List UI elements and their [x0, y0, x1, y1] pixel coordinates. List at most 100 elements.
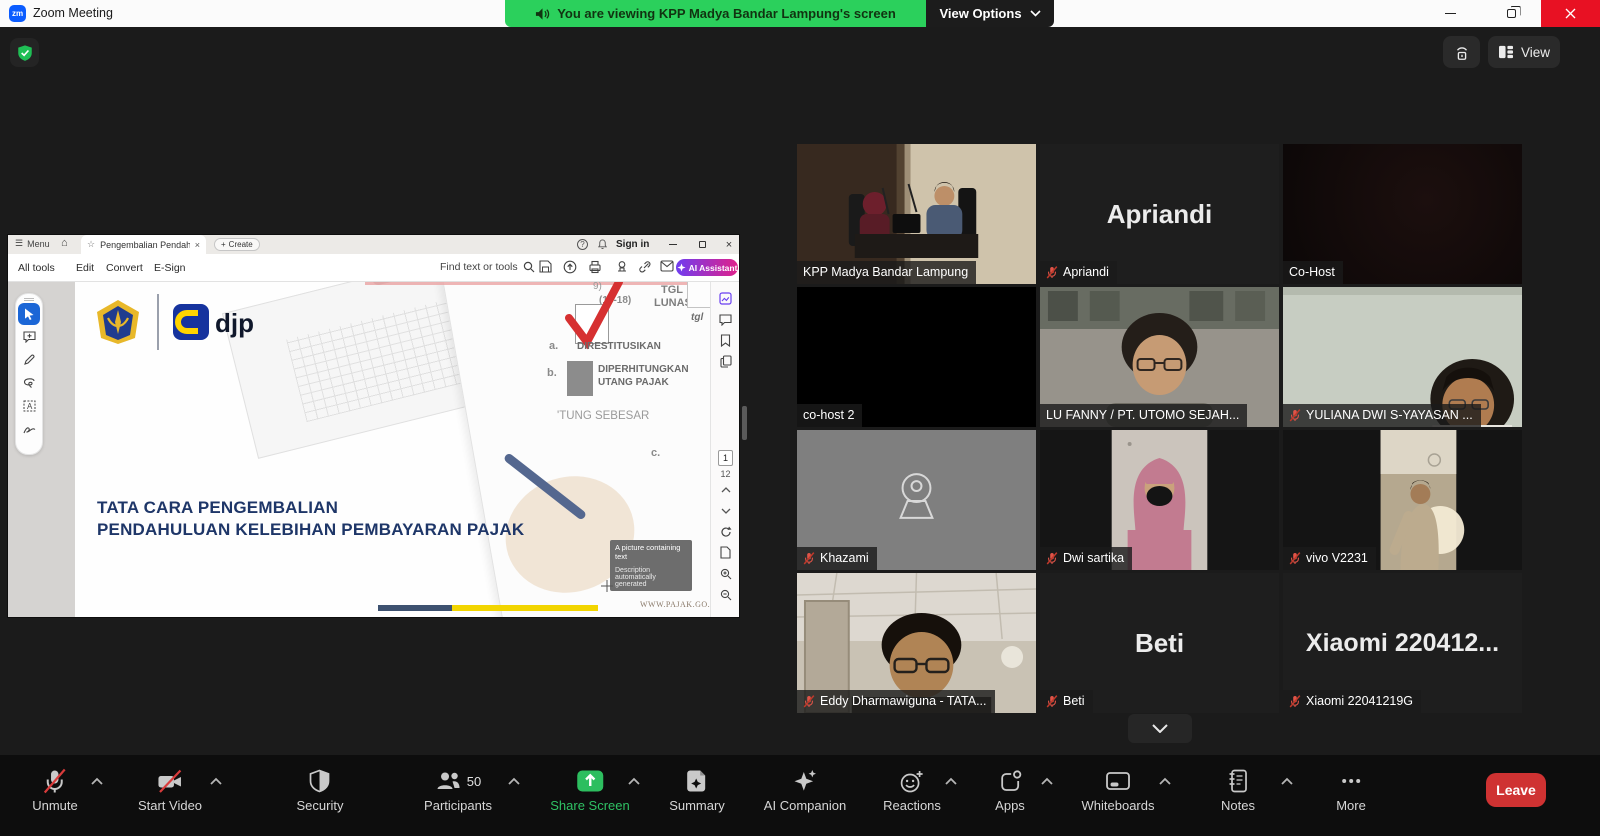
whiteboards-options-chevron[interactable] [1158, 777, 1172, 786]
gallery-next-page-button[interactable] [1128, 714, 1192, 743]
acrobat-menu-button[interactable]: ☰ Menu [15, 238, 50, 249]
ai-companion-button[interactable]: AI Companion [764, 766, 846, 813]
minimize-button[interactable] [1426, 0, 1474, 27]
meeting-info-button[interactable] [10, 38, 39, 67]
rail-drag-handle[interactable] [24, 298, 34, 301]
leave-button[interactable]: Leave [1486, 773, 1546, 807]
bookmarks-panel-button[interactable] [711, 330, 739, 351]
video-tile-cohost2[interactable]: co-host 2 [797, 287, 1036, 427]
zoom-out-button[interactable] [711, 584, 739, 605]
video-options-chevron[interactable] [209, 777, 223, 786]
view-options-label: View Options [939, 6, 1021, 21]
reactions-button[interactable]: Reactions [883, 766, 941, 813]
restore-button[interactable] [1487, 0, 1535, 27]
form-item-a: a. [549, 340, 558, 352]
slide-accent-line [365, 282, 710, 285]
apps-button[interactable]: Apps [995, 766, 1025, 813]
upload-cloud-icon[interactable] [563, 260, 577, 274]
more-button[interactable]: More [1336, 766, 1366, 813]
find-tools-search[interactable]: Find text or tools [440, 261, 535, 273]
acrobat-minimize-button[interactable] [660, 235, 686, 254]
pdf-page: djp 9) (16-18) TGL LUNAS tgl a. DIRESTIT… [75, 282, 710, 617]
tab-close-icon[interactable]: × [195, 240, 200, 250]
acrobat-home-button[interactable]: ⌂ [61, 237, 68, 249]
page-thumbnails-button[interactable] [711, 288, 739, 309]
video-tile-xiaomi[interactable]: Xiaomi 220412... Xiaomi 22041219G [1283, 573, 1522, 713]
acrobat-content: A [8, 282, 739, 617]
djp-logo-text: djp [215, 308, 254, 339]
remote-control-lock-button[interactable] [1443, 36, 1480, 68]
video-tile-cohost[interactable]: Co-Host [1283, 144, 1522, 284]
ai-assistant-button[interactable]: AI Assistant [676, 259, 738, 276]
notes-button[interactable]: Notes [1221, 766, 1255, 813]
comment-tool-button[interactable] [18, 326, 40, 348]
participants-button[interactable]: 50 Participants [424, 766, 492, 813]
share-options-chevron[interactable] [627, 777, 641, 786]
summary-button[interactable]: Summary [669, 766, 725, 813]
convert-menu[interactable]: Convert [106, 262, 143, 274]
notes-options-chevron[interactable] [1280, 777, 1294, 786]
mail-icon[interactable] [660, 260, 674, 272]
video-tile-apriandi[interactable]: Apriandi Apriandi [1040, 144, 1279, 284]
acrobat-signin-button[interactable]: Sign in [616, 239, 649, 250]
stamp-icon[interactable] [615, 260, 629, 274]
page-number-input[interactable]: 1 [718, 450, 733, 466]
comments-panel-button[interactable] [711, 309, 739, 330]
video-tile-beti[interactable]: Beti Beti [1040, 573, 1279, 713]
participants-options-chevron[interactable] [507, 777, 521, 786]
view-button[interactable]: View [1488, 36, 1560, 68]
video-tile-yuliana[interactable]: YULIANA DWI S-YAYASAN ... [1283, 287, 1522, 427]
participant-nameplate: LU FANNY / PT. UTOMO SEJAH... [1040, 404, 1247, 427]
reactions-options-chevron[interactable] [944, 777, 958, 786]
save-icon[interactable] [539, 260, 552, 273]
slide-yellow-bar [452, 605, 598, 611]
start-video-button[interactable]: Start Video [138, 766, 202, 813]
acrobat-restore-button[interactable] [689, 235, 715, 254]
close-button[interactable] [1541, 0, 1600, 27]
share-screen-button[interactable]: Share Screen [550, 766, 630, 813]
zoom-in-button[interactable] [711, 563, 739, 584]
participant-nameplate: co-host 2 [797, 404, 862, 427]
leave-label: Leave [1496, 782, 1536, 798]
rotate-page-button[interactable] [711, 521, 739, 542]
esign-menu[interactable]: E-Sign [154, 262, 186, 274]
video-tile-khazami[interactable]: Khazami [797, 430, 1036, 570]
text-box-tool-button[interactable]: A [18, 395, 40, 417]
participant-name: LU FANNY / PT. UTOMO SEJAH... [1046, 408, 1239, 422]
edit-menu[interactable]: Edit [76, 262, 94, 274]
previous-page-button[interactable] [711, 479, 739, 500]
video-tile-kpp-madya[interactable]: KPP Madya Bandar Lampung [797, 144, 1036, 284]
print-icon[interactable] [588, 260, 602, 274]
view-options-button[interactable]: View Options [926, 0, 1054, 27]
select-tool-button[interactable] [18, 303, 40, 325]
pencil-icon [23, 354, 35, 366]
highlight-tool-button[interactable] [18, 372, 40, 394]
form-tung-label: 'TUNG SEBESAR [557, 410, 649, 422]
video-tile-lufanny[interactable]: LU FANNY / PT. UTOMO SEJAH... [1040, 287, 1279, 427]
form-tgl-label: TGL [661, 284, 683, 296]
notes-label: Notes [1221, 798, 1255, 813]
pencil-tool-button[interactable] [18, 349, 40, 371]
checkbox-b-filled [567, 361, 593, 396]
fill-sign-tool-button[interactable] [18, 418, 40, 440]
participants-icon [435, 768, 462, 794]
bell-icon[interactable] [597, 239, 608, 250]
acrobat-create-button[interactable]: + Create [214, 238, 260, 251]
next-page-button[interactable] [711, 500, 739, 521]
acrobat-document-tab[interactable]: ☆ Pengembalian Pendahu.. × [81, 235, 206, 254]
unmute-button[interactable]: Unmute [32, 766, 78, 813]
video-tile-dwi-sartika[interactable]: Dwi sartika [1040, 430, 1279, 570]
acrobat-help-button[interactable]: ? [577, 239, 588, 250]
apps-options-chevron[interactable] [1040, 777, 1054, 786]
whiteboards-button[interactable]: Whiteboards [1082, 766, 1155, 813]
video-tile-vivo[interactable]: vivo V2231 [1283, 430, 1522, 570]
acrobat-close-button[interactable]: × [716, 235, 742, 254]
all-tools-menu[interactable]: All tools [18, 262, 55, 274]
video-tile-eddy[interactable]: Eddy Dharmawiguna - TATA... [797, 573, 1036, 713]
unmute-options-chevron[interactable] [90, 777, 104, 786]
page-view-button[interactable] [711, 542, 739, 563]
link-icon[interactable] [638, 260, 652, 274]
scrollbar-thumb[interactable] [742, 406, 747, 440]
pages-panel-button[interactable] [711, 351, 739, 372]
security-button[interactable]: Security [297, 766, 344, 813]
